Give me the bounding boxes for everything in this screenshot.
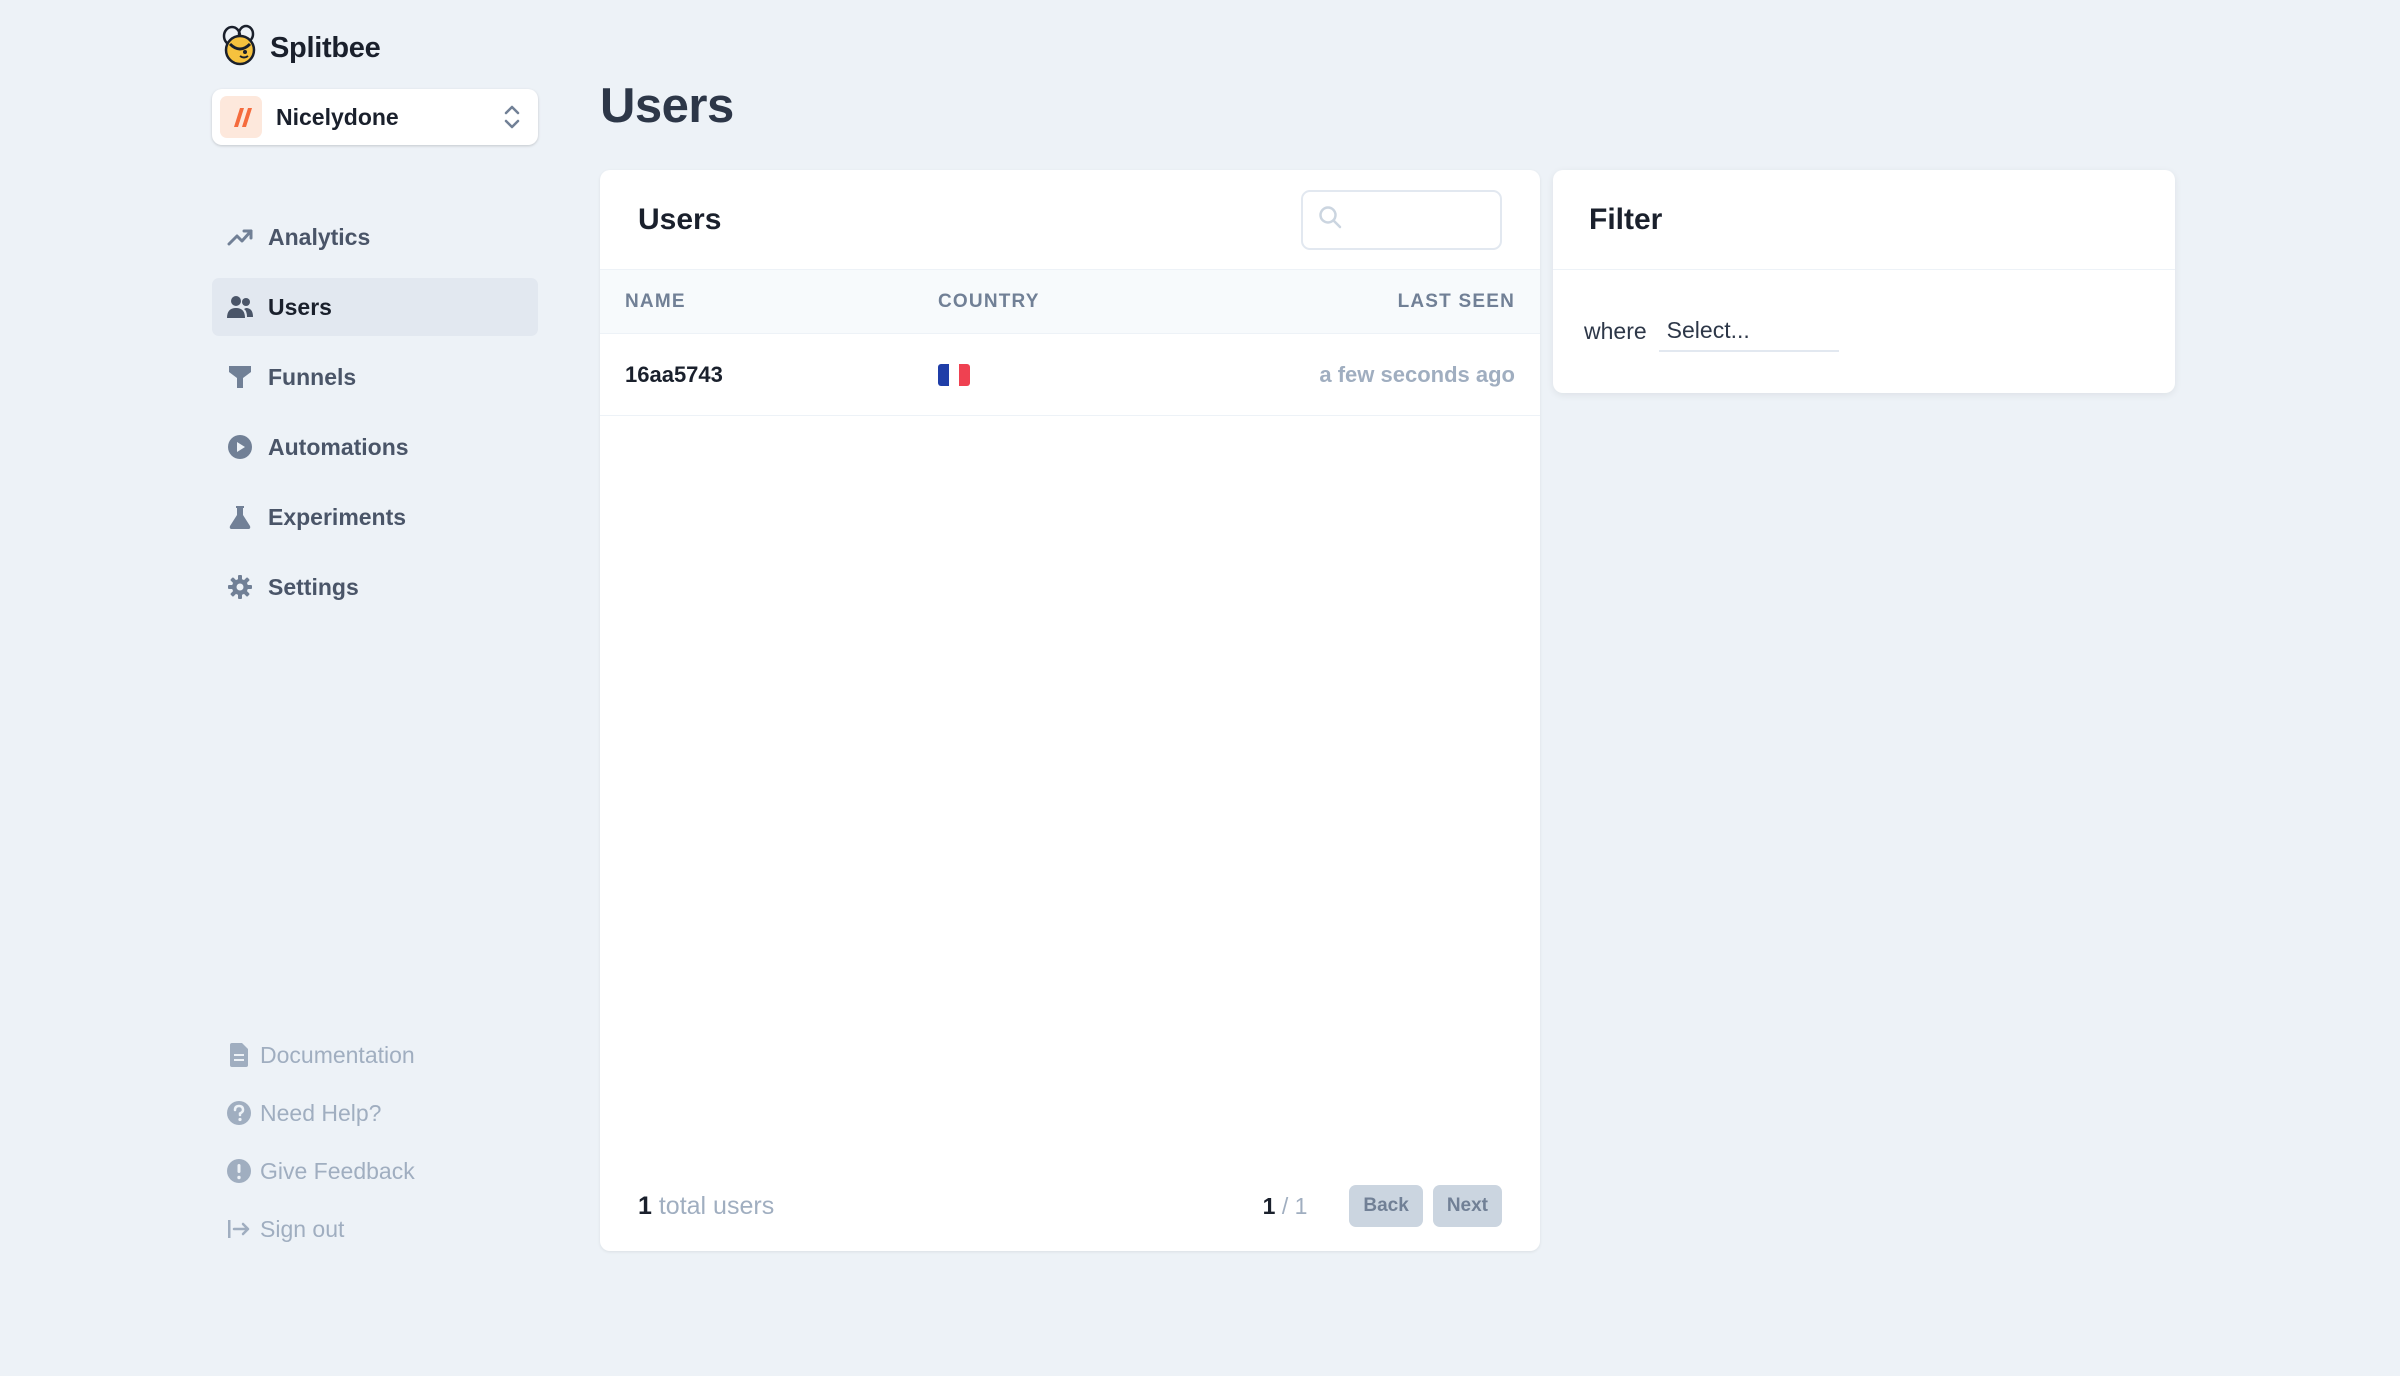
filter-title: Filter bbox=[1589, 202, 1663, 236]
user-name-cell: 16aa5743 bbox=[625, 361, 723, 387]
filter-card: Filter where Select... bbox=[1553, 170, 2175, 393]
nav-item-experiments[interactable]: Experiments bbox=[212, 488, 538, 546]
next-button[interactable]: Next bbox=[1432, 1185, 1502, 1227]
project-name: Nicelydone bbox=[276, 103, 399, 130]
column-header-last-seen[interactable]: LAST SEEN bbox=[1398, 291, 1515, 313]
sign-out-icon bbox=[226, 1216, 252, 1242]
gear-icon bbox=[226, 573, 254, 601]
bee-logo-icon bbox=[218, 24, 262, 73]
sidebar: Splitbee Nicelydone Analytics Users Funn… bbox=[212, 0, 538, 1376]
nav-label: Analytics bbox=[268, 223, 371, 250]
page-total: / 1 bbox=[1281, 1192, 1308, 1219]
app-name: Splitbee bbox=[270, 31, 381, 64]
app-logo[interactable]: Splitbee bbox=[218, 22, 381, 74]
france-flag-icon bbox=[938, 363, 970, 386]
nav-label: Users bbox=[268, 293, 332, 320]
back-button[interactable]: Back bbox=[1349, 1185, 1423, 1227]
trending-up-icon bbox=[226, 223, 254, 251]
funnel-icon bbox=[226, 363, 254, 391]
users-card: Users NAME COUNTRY LAST SEEN 16aa5743 a … bbox=[600, 170, 1540, 1251]
column-header-name[interactable]: NAME bbox=[625, 291, 938, 313]
bottom-nav-label: Need Help? bbox=[260, 1099, 382, 1126]
total-users: 1 total users bbox=[638, 1192, 1263, 1221]
filter-body: where Select... bbox=[1553, 270, 2175, 393]
help-link[interactable]: Need Help? bbox=[212, 1094, 538, 1132]
main-nav: Analytics Users Funnels Automations Expe… bbox=[212, 208, 538, 628]
nav-label: Experiments bbox=[268, 503, 407, 530]
table-row[interactable]: 16aa5743 a few seconds ago bbox=[600, 334, 1540, 416]
filter-where-label: where bbox=[1584, 318, 1647, 344]
page-title: Users bbox=[600, 79, 734, 133]
bottom-nav-label: Documentation bbox=[260, 1041, 415, 1068]
nav-item-automations[interactable]: Automations bbox=[212, 418, 538, 476]
nav-label: Funnels bbox=[268, 363, 357, 390]
documentation-link[interactable]: Documentation bbox=[212, 1036, 538, 1074]
page-indicator: 1 / 1 bbox=[1263, 1193, 1308, 1220]
project-avatar bbox=[220, 96, 262, 138]
filter-select[interactable]: Select... bbox=[1658, 312, 1839, 352]
users-icon bbox=[226, 293, 254, 321]
users-card-header: Users bbox=[600, 170, 1540, 270]
search-icon bbox=[1317, 204, 1343, 235]
nav-item-analytics[interactable]: Analytics bbox=[212, 208, 538, 266]
filter-header: Filter bbox=[1553, 170, 2175, 270]
project-logo-icon bbox=[234, 108, 252, 127]
users-card-title: Users bbox=[638, 202, 722, 236]
nav-label: Automations bbox=[268, 433, 409, 460]
play-circle-icon bbox=[226, 433, 254, 461]
page-current: 1 bbox=[1262, 1192, 1276, 1219]
project-switcher[interactable]: Nicelydone bbox=[212, 89, 538, 145]
table-header: NAME COUNTRY LAST SEEN bbox=[600, 270, 1540, 334]
last-seen-cell: a few seconds ago bbox=[1319, 361, 1515, 387]
country-cell bbox=[938, 363, 1319, 386]
search-box[interactable] bbox=[1301, 189, 1502, 250]
search-input[interactable] bbox=[1351, 208, 1491, 231]
bottom-nav-label: Give Feedback bbox=[260, 1157, 415, 1184]
secondary-nav: Documentation Need Help? Give Feedback S… bbox=[212, 1036, 538, 1268]
total-users-count: 1 bbox=[638, 1191, 652, 1220]
flask-icon bbox=[226, 503, 254, 531]
feedback-link[interactable]: Give Feedback bbox=[212, 1152, 538, 1190]
sign-out-link[interactable]: Sign out bbox=[212, 1210, 538, 1248]
users-card-footer: 1 total users 1 / 1 Back Next bbox=[600, 1161, 1540, 1251]
nav-item-settings[interactable]: Settings bbox=[212, 558, 538, 616]
document-icon bbox=[226, 1042, 252, 1068]
nav-label: Settings bbox=[268, 573, 359, 600]
bottom-nav-label: Sign out bbox=[260, 1215, 345, 1242]
chevron-up-down-icon bbox=[500, 102, 524, 132]
nav-item-users[interactable]: Users bbox=[212, 278, 538, 336]
exclamation-circle-icon bbox=[226, 1158, 252, 1184]
nav-item-funnels[interactable]: Funnels bbox=[212, 348, 538, 406]
column-header-country[interactable]: COUNTRY bbox=[938, 291, 1398, 313]
total-users-label: total users bbox=[658, 1191, 775, 1220]
question-circle-icon bbox=[226, 1100, 252, 1126]
